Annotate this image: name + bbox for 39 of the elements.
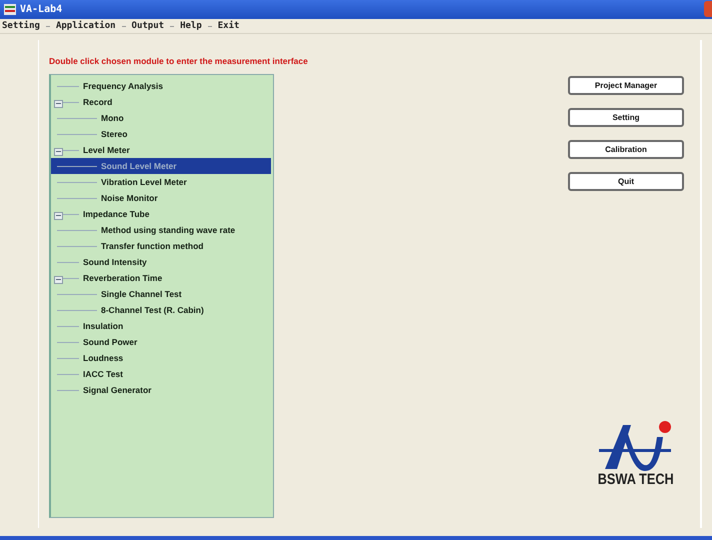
tree-item[interactable]: Impedance Tube	[83, 209, 150, 219]
tree-item[interactable]: Level Meter	[83, 145, 130, 155]
tree-item[interactable]: Reverberation Time	[83, 273, 162, 283]
collapse-icon[interactable]	[54, 148, 63, 156]
tree-item[interactable]: Stereo	[101, 129, 128, 139]
tree-item[interactable]: Method using standing wave rate	[101, 225, 236, 235]
menu-item[interactable]: Application	[56, 21, 116, 31]
menu-item[interactable]: Exit	[218, 21, 240, 31]
selected-row[interactable]: Sound Level Meter	[51, 158, 271, 174]
tree-item[interactable]: Signal Generator	[83, 385, 152, 395]
action-button[interactable]: Project Manager	[568, 76, 684, 95]
action-button[interactable]: Setting	[568, 108, 684, 127]
collapse-icon[interactable]	[54, 212, 63, 220]
menu-item[interactable]: Output	[132, 21, 164, 31]
tree-item[interactable]: Insulation	[83, 321, 124, 331]
tree-item[interactable]: Vibration Level Meter	[101, 177, 187, 187]
tree-item[interactable]: 8-Channel Test (R. Cabin)	[101, 305, 204, 315]
tree-item[interactable]: Transfer function method	[101, 241, 204, 251]
collapse-icon[interactable]	[54, 276, 63, 284]
tree-item[interactable]: Noise Monitor	[101, 193, 158, 203]
instruction-text: Double click chosen module to enter the measurement interface	[49, 56, 309, 66]
tree-item[interactable]: Mono	[101, 113, 124, 123]
logo-text: BSWA TECH	[597, 471, 674, 488]
menu-item[interactable]: Help	[180, 21, 202, 31]
menu-item[interactable]: Setting	[2, 21, 40, 31]
action-button[interactable]: Calibration	[568, 140, 684, 159]
tree-item[interactable]: Sound Power	[83, 337, 138, 347]
tree-item[interactable]: Record	[83, 97, 112, 107]
window-title: VA-Lab4	[20, 4, 62, 15]
tree-item[interactable]: Single Channel Test	[101, 289, 182, 299]
tree-item[interactable]: Sound Intensity	[83, 257, 147, 267]
collapse-icon[interactable]	[54, 100, 63, 108]
tree-item[interactable]: Loudness	[83, 353, 124, 363]
app-icon	[4, 4, 16, 15]
tree-item[interactable]: IACC Test	[83, 369, 123, 379]
action-button[interactable]: Quit	[568, 172, 684, 191]
logo-icon	[597, 419, 674, 471]
tree-item[interactable]: Sound Level Meter	[101, 161, 177, 171]
tree-item[interactable]: Frequency Analysis	[83, 81, 163, 91]
